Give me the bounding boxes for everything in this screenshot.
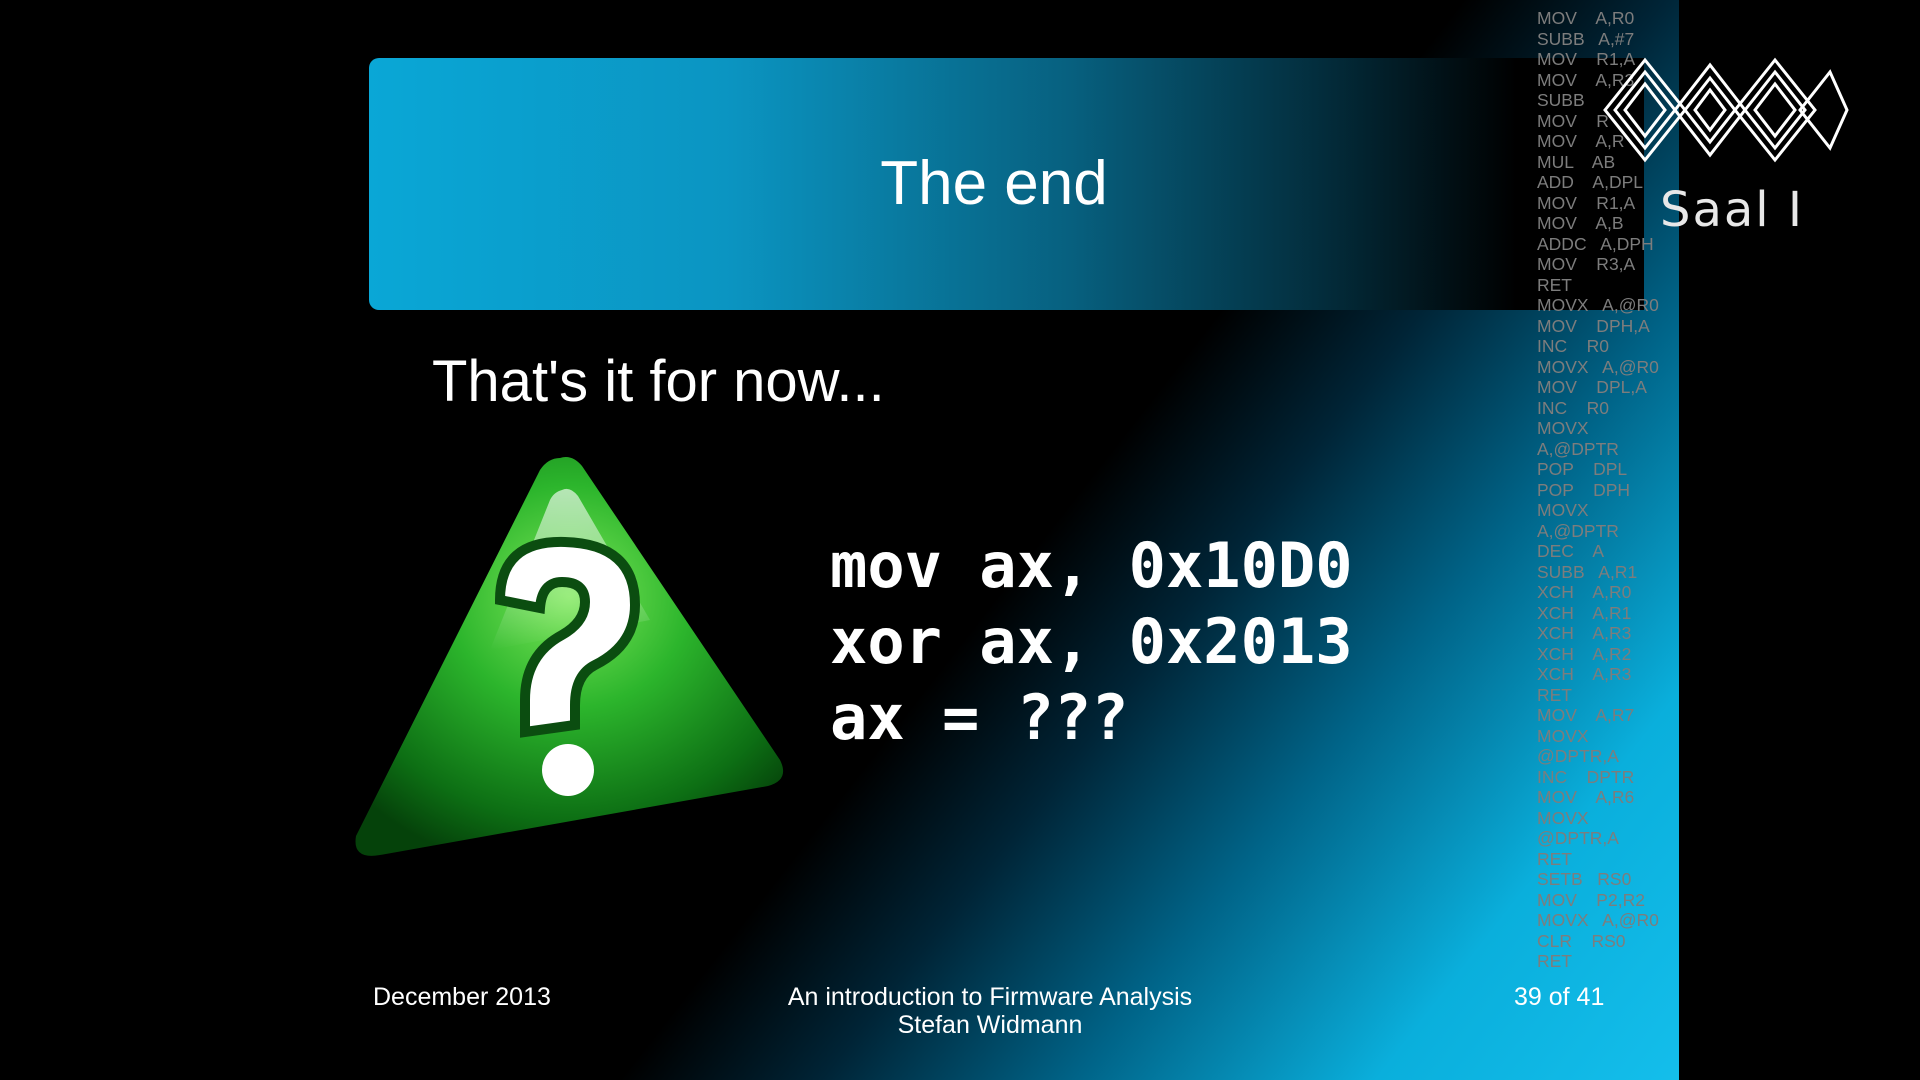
assembly-line: XCH A,R3: [1537, 664, 1632, 684]
assembly-line: XCH A,R2: [1537, 643, 1632, 664]
assembly-line: A,@DPTR: [1537, 438, 1619, 459]
slide: The end That's it for now... mov ax, 0x1…: [0, 0, 1920, 1080]
assembly-line: MOVX A,@R0: [1537, 356, 1659, 377]
assembly-line: MOV P2,R2: [1537, 889, 1645, 910]
assembly-line: DEC A: [1537, 541, 1605, 561]
green-triangle-question-mark-icon: [355, 457, 784, 856]
assembly-line: INC DPTR: [1537, 766, 1635, 787]
assembly-line: SUBB A,#7: [1537, 28, 1635, 49]
assembly-line: POP DPL: [1537, 459, 1628, 479]
assembly-line: MOVX A,@R0: [1537, 910, 1659, 930]
assembly-line: MOV DPL,A: [1537, 377, 1647, 397]
assembly-line: XCH A,R3: [1537, 623, 1632, 643]
code-line: mov ax, 0x10D0: [830, 529, 1353, 602]
assembly-line: RET: [1537, 951, 1572, 971]
footer-page-number: 39 of 41: [1514, 983, 1605, 1011]
assembly-line: RET: [1537, 848, 1572, 869]
assembly-line: MOV R3,A: [1537, 254, 1636, 274]
assembly-line: MOVX: [1537, 500, 1589, 520]
assembly-line: XCH A,R1: [1537, 602, 1632, 623]
assembly-line: @DPTR,A: [1537, 746, 1619, 766]
assembly-line: A,@DPTR: [1537, 520, 1619, 541]
assembly-line: INC R0: [1537, 336, 1609, 356]
code-line: ax = ???: [830, 681, 1129, 754]
assembly-line: MOVX: [1537, 725, 1589, 746]
assembly-line: POP DPH: [1537, 479, 1631, 500]
assembly-line: SETB RS0: [1537, 869, 1632, 889]
slide-title: The end: [880, 149, 1108, 218]
assembly-line: MOVX: [1537, 807, 1589, 828]
assembly-line: RET: [1537, 274, 1572, 295]
footer-center: An introduction to Firmware Analysis Ste…: [700, 983, 1280, 1039]
assembly-line: SUBB A,R1: [1537, 561, 1638, 582]
footer-speaker: Stefan Widmann: [897, 1011, 1083, 1039]
assembly-line: @DPTR,A: [1537, 828, 1619, 848]
assembly-line: XCH A,R0: [1537, 582, 1632, 602]
assembly-line: MOV A,R6: [1537, 787, 1635, 807]
assembly-line: MOV A,R0: [1537, 8, 1635, 28]
code-line: xor ax, 0x2013: [830, 605, 1353, 678]
assembly-line: CLR RS0: [1537, 930, 1626, 951]
logo-text: Saal I: [1660, 182, 1805, 238]
footer-talk-title: An introduction to Firmware Analysis: [787, 983, 1193, 1011]
assembly-line: MOVX: [1537, 418, 1589, 438]
assembly-line: MOVX A,@R0: [1537, 295, 1659, 315]
footer-date: December 2013: [373, 983, 551, 1011]
code-block: mov ax, 0x10D0 xor ax, 0x2013 ax = ???: [830, 528, 1353, 756]
assembly-line: MOV DPH,A: [1537, 315, 1650, 336]
assembly-line: RET: [1537, 684, 1572, 705]
slide-subtitle: That's it for now...: [432, 349, 885, 414]
assembly-line: MOV A,R7: [1537, 705, 1635, 725]
assembly-line: INC R0: [1537, 397, 1609, 418]
